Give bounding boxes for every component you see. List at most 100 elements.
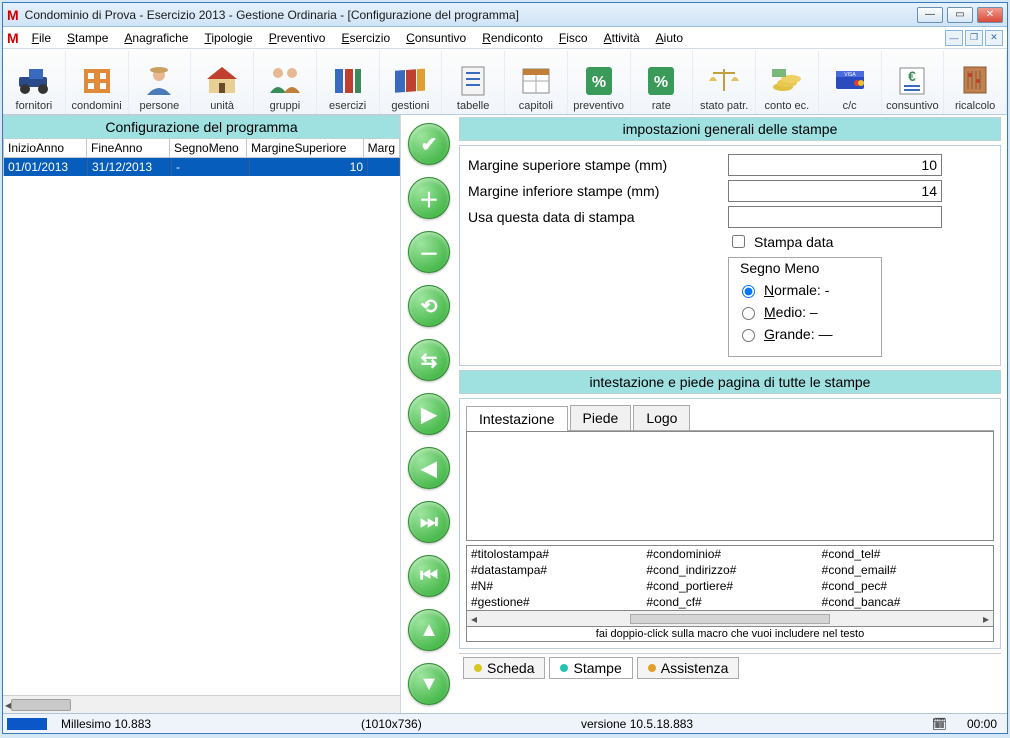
- down-button[interactable]: ▼: [408, 663, 450, 705]
- first-button[interactable]: ⏮: [408, 555, 450, 597]
- toolbar-icon: [265, 60, 305, 100]
- menu-fisco[interactable]: Fisco: [552, 29, 595, 47]
- toolbar-statopatr[interactable]: stato patr.: [693, 51, 756, 114]
- intest-textarea[interactable]: [466, 431, 994, 541]
- right-pane: impostazioni generali delle stampe Margi…: [457, 115, 1007, 713]
- col-fineanno[interactable]: FineAnno: [87, 139, 170, 158]
- tab-assistenza[interactable]: Assistenza: [637, 657, 740, 679]
- marg-sup-input[interactable]: [728, 154, 942, 176]
- macro-item[interactable]: #datastampa#: [467, 562, 642, 578]
- last-button[interactable]: ⏭: [408, 501, 450, 543]
- refresh-button[interactable]: ⟲: [408, 285, 450, 327]
- toolbar-label: ricalcolo: [955, 100, 995, 112]
- ok-button[interactable]: ✔: [408, 123, 450, 165]
- menu-consuntivo[interactable]: Consuntivo: [399, 29, 473, 47]
- toolbar-rate[interactable]: %rate: [631, 51, 694, 114]
- toolbar-label: gruppi: [270, 100, 301, 112]
- menu-rendiconto[interactable]: Rendiconto: [475, 29, 550, 47]
- radio-medio[interactable]: [742, 307, 755, 320]
- usa-data-input[interactable]: [728, 206, 942, 228]
- col-inizioanno[interactable]: InizioAnno: [4, 139, 87, 158]
- stampa-data-label: Stampa data: [754, 234, 833, 250]
- toolbar-ricalcolo[interactable]: ricalcolo: [944, 51, 1007, 114]
- segno-fieldset: Segno Meno Normale: - Medio: – Grande: —: [728, 257, 882, 357]
- toolbar-unit[interactable]: unità: [191, 51, 254, 114]
- window-close-button[interactable]: ✕: [977, 7, 1003, 23]
- col-segnomeno[interactable]: SegnoMeno: [170, 139, 247, 158]
- window-maximize-button[interactable]: ▭: [947, 7, 973, 23]
- add-button[interactable]: ＋: [408, 177, 450, 219]
- toolbar-esercizi[interactable]: esercizi: [317, 51, 380, 114]
- toolbar-label: stato patr.: [700, 100, 748, 112]
- col-marginesuperiore[interactable]: MargineSuperiore: [247, 139, 364, 158]
- scrollbar-thumb[interactable]: [11, 699, 71, 711]
- grid-row-selected[interactable]: 01/01/2013 31/12/2013 - 10: [3, 158, 400, 176]
- marg-inf-input[interactable]: [728, 180, 942, 202]
- macro-list[interactable]: #titolostampa##condominio##cond_tel# #dat…: [466, 545, 994, 611]
- menu-esercizio[interactable]: Esercizio: [334, 29, 397, 47]
- status-millesimo: Millesimo 10.883: [51, 717, 351, 731]
- stampa-data-checkbox[interactable]: [732, 235, 745, 248]
- sync-button[interactable]: ⇆: [408, 339, 450, 381]
- toolbar-persone[interactable]: persone: [129, 51, 192, 114]
- menu-anagrafiche[interactable]: Anagrafiche: [117, 29, 195, 47]
- menu-tipologie[interactable]: Tipologie: [197, 29, 259, 47]
- menu-aiuto[interactable]: Aiuto: [649, 29, 690, 47]
- col-marg[interactable]: Marg: [364, 139, 400, 158]
- toolbar-preventivo[interactable]: %preventivo: [568, 51, 631, 114]
- macro-item[interactable]: #titolostampa#: [467, 546, 642, 562]
- mdi-restore-button[interactable]: ❐: [965, 30, 983, 46]
- toolbar-icon: [202, 60, 242, 100]
- macro-item[interactable]: #cond_banca#: [818, 594, 993, 610]
- menu-stampe[interactable]: Stampe: [60, 29, 115, 47]
- tab-stampe[interactable]: Stampe: [549, 657, 632, 679]
- left-scrollbar[interactable]: ◂: [3, 695, 400, 713]
- tab-logo[interactable]: Logo: [633, 405, 690, 430]
- grid-header: InizioAnno FineAnno SegnoMeno MargineSup…: [3, 139, 400, 158]
- toolbar-icon: %: [579, 60, 619, 100]
- workspace: Configurazione del programma InizioAnno …: [3, 115, 1007, 713]
- toolbar-tabelle[interactable]: tabelle: [442, 51, 505, 114]
- bottom-tabs: Scheda Stampe Assistenza: [459, 653, 1001, 682]
- toolbar-contoec[interactable]: conto ec.: [756, 51, 819, 114]
- menu-attivita[interactable]: Attività: [597, 29, 647, 47]
- macro-item[interactable]: #N#: [467, 578, 642, 594]
- toolbar-icon: [955, 60, 995, 100]
- tab-intestazione[interactable]: Intestazione: [466, 406, 568, 431]
- macro-item[interactable]: #cond_tel#: [818, 546, 993, 562]
- intest-tabs: Intestazione Piede Logo: [466, 405, 994, 431]
- window-minimize-button[interactable]: —: [917, 7, 943, 23]
- macro-item[interactable]: #condominio#: [642, 546, 817, 562]
- macro-item[interactable]: #cond_email#: [818, 562, 993, 578]
- tab-scheda[interactable]: Scheda: [463, 657, 545, 679]
- toolbar-icon: [453, 60, 493, 100]
- toolbar-consuntivo[interactable]: €consuntivo: [882, 51, 945, 114]
- menu-file[interactable]: File: [25, 29, 58, 47]
- macro-item[interactable]: #cond_portiere#: [642, 578, 817, 594]
- radio-grande[interactable]: [742, 329, 755, 342]
- next-button[interactable]: ▶: [408, 393, 450, 435]
- prev-button[interactable]: ◀: [408, 447, 450, 489]
- mdi-minimize-button[interactable]: —: [945, 30, 963, 46]
- macro-scrollbar[interactable]: ◂▸: [466, 611, 994, 627]
- macro-item[interactable]: #cond_cf#: [642, 594, 817, 610]
- toolbar-cc[interactable]: VISAc/c: [819, 51, 882, 114]
- macro-item[interactable]: #gestione#: [467, 594, 642, 610]
- macro-item[interactable]: #cond_indirizzo#: [642, 562, 817, 578]
- toolbar-gruppi[interactable]: gruppi: [254, 51, 317, 114]
- menu-preventivo[interactable]: Preventivo: [262, 29, 333, 47]
- toolbar-capitoli[interactable]: capitoli: [505, 51, 568, 114]
- status-dimensions: (1010x736): [351, 717, 571, 731]
- radio-normale[interactable]: [742, 285, 755, 298]
- macro-item[interactable]: #cond_pec#: [818, 578, 993, 594]
- remove-button[interactable]: －: [408, 231, 450, 273]
- toolbar-gestioni[interactable]: gestioni: [380, 51, 443, 114]
- tab-piede[interactable]: Piede: [570, 405, 632, 430]
- up-button[interactable]: ▲: [408, 609, 450, 651]
- segno-legend: Segno Meno: [737, 260, 822, 276]
- toolbar-condomini[interactable]: condomini: [66, 51, 129, 114]
- toolbar-label: preventivo: [573, 100, 624, 112]
- status-progress: [7, 718, 47, 730]
- toolbar-fornitori[interactable]: fornitori: [3, 51, 66, 114]
- mdi-close-button[interactable]: ✕: [985, 30, 1003, 46]
